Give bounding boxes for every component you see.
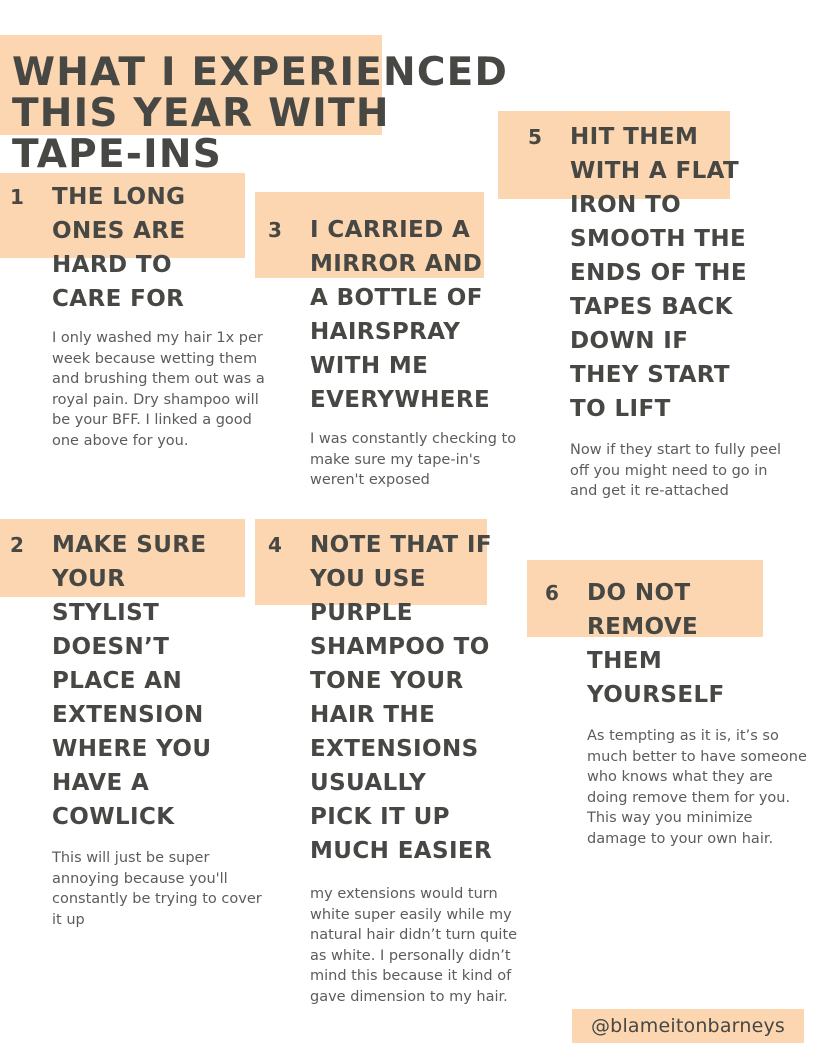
list-item-5: 5 HIT THEM WITH A FLAT IRON TO SMOOTH TH… — [528, 120, 803, 516]
item-4-number: 4 — [268, 533, 282, 557]
item-3-heading-row: 3 I CARRIED A MIRROR AND A BOTTLE OF HAI… — [268, 213, 533, 417]
list-item-1: 1 THE LONG ONES ARE HARD TO CARE FOR I o… — [10, 180, 270, 466]
item-2-body: This will just be super annoying because… — [52, 850, 262, 928]
item-1-heading: THE LONG ONES ARE HARD TO CARE FOR — [52, 184, 186, 312]
item-1-heading-row: 1 THE LONG ONES ARE HARD TO CARE FOR — [10, 180, 270, 316]
item-4-body: my extensions would turn white super eas… — [310, 886, 518, 1005]
list-item-4: 4 NOTE THAT IF YOU USE PURPLE SHAMPOO TO… — [268, 528, 538, 1022]
item-2-heading: MAKE SURE YOUR STYLIST DOESN’T PLACE AN … — [52, 532, 212, 830]
item-2-heading-row: 2 MAKE SURE YOUR STYLIST DOESN’T PLACE A… — [10, 528, 270, 834]
item-1-body: I only washed my hair 1x per week becaus… — [52, 330, 265, 449]
social-handle-badge: @blameitonbarneys — [572, 1009, 804, 1043]
list-item-3: 3 I CARRIED A MIRROR AND A BOTTLE OF HAI… — [268, 213, 533, 505]
item-6-heading: DO NOT REMOVE THEM YOURSELF — [587, 580, 725, 708]
social-handle-text: @blameitonbarneys — [590, 1015, 786, 1037]
item-4-heading: NOTE THAT IF YOU USE PURPLE SHAMPOO TO T… — [310, 532, 493, 864]
item-5-heading-row: 5 HIT THEM WITH A FLAT IRON TO SMOOTH TH… — [528, 120, 803, 426]
item-3-body: I was constantly checking to make sure m… — [310, 431, 517, 488]
item-6-heading-row: 6 DO NOT REMOVE THEM YOURSELF — [545, 576, 807, 712]
page-title: WHAT I EXPERIENCED THIS YEAR WITH TAPE-I… — [12, 50, 509, 178]
item-3-number: 3 — [268, 218, 282, 242]
list-item-2: 2 MAKE SURE YOUR STYLIST DOESN’T PLACE A… — [10, 528, 270, 945]
list-item-6: 6 DO NOT REMOVE THEM YOURSELF As temptin… — [545, 576, 807, 864]
item-5-heading: HIT THEM WITH A FLAT IRON TO SMOOTH THE … — [570, 124, 747, 422]
item-3-heading: I CARRIED A MIRROR AND A BOTTLE OF HAIRS… — [310, 217, 491, 413]
item-6-number: 6 — [545, 581, 559, 605]
item-2-number: 2 — [10, 533, 24, 557]
infographic-page: WHAT I EXPERIENCED THIS YEAR WITH TAPE-I… — [0, 0, 816, 1056]
item-4-heading-row: 4 NOTE THAT IF YOU USE PURPLE SHAMPOO TO… — [268, 528, 538, 868]
item-5-body: Now if they start to fully peel off you … — [570, 442, 782, 499]
item-1-number: 1 — [10, 185, 24, 209]
item-5-number: 5 — [528, 125, 542, 149]
item-6-body: As tempting as it is, it’s so much bette… — [587, 728, 807, 847]
